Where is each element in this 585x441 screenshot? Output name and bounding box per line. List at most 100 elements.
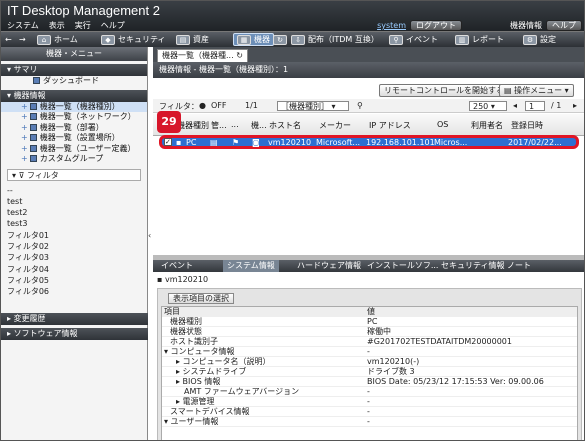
logout-button[interactable]: ログアウト [410, 20, 462, 31]
next-page-icon[interactable]: ▸ [573, 101, 577, 110]
page-size-select[interactable]: 250 ▾ [469, 101, 507, 111]
help-button[interactable]: ヘルプ [546, 20, 582, 31]
filter-item[interactable]: フィルタ05 [1, 275, 147, 286]
property-value: PC [367, 317, 378, 326]
filter-item[interactable]: test3 [1, 218, 147, 229]
sidebar-item-dashboard[interactable]: ダッシュボード [1, 76, 147, 87]
filter-item[interactable]: test2 [1, 207, 147, 218]
sidebar-item-list-user-defined[interactable]: + 機器一覧（ユーザー定義） [1, 144, 147, 155]
property-value: #G201702TESTDATAITDM20000001 [367, 337, 512, 346]
menu-run[interactable]: 実行 [75, 20, 91, 31]
col-date[interactable]: 登録日時 [511, 120, 543, 131]
tab-security-info[interactable]: セキュリティ情報 [437, 260, 509, 272]
col-device[interactable]: 機... [251, 120, 267, 131]
search-icon[interactable]: ⚲ [357, 101, 363, 110]
select-items-button[interactable]: 表示項目の選択 [168, 293, 234, 304]
property-row[interactable]: ▾ ユーザー情報 - [162, 417, 577, 427]
tab-events[interactable]: イベント [157, 260, 197, 272]
nav-home[interactable]: ⌂ ホーム [37, 33, 78, 46]
dashboard-icon [33, 77, 40, 84]
remote-control-button[interactable]: リモートコントロールを開始する [379, 84, 509, 97]
sidebar-section-software-info[interactable]: ▸ ソフトウェア情報 [1, 328, 148, 340]
nav-distribution[interactable]: ⇩ 配布（ITDM 互換） [291, 33, 379, 46]
sidebar-item-list-by-location[interactable]: + 機器一覧（設置場所） [1, 133, 147, 144]
col-os[interactable]: OS [437, 120, 448, 129]
nav-events[interactable]: ⚲ イベント [389, 33, 438, 46]
filter-icon: ⊽ [18, 170, 25, 180]
row-checkbox[interactable]: ✓ [164, 138, 172, 146]
col-management[interactable]: 管... [211, 120, 227, 131]
nav-devices[interactable]: ▦ 機器 [233, 33, 274, 46]
tab-device-list[interactable]: 機器一覧（機器種... ↻ [157, 49, 248, 62]
filter-item[interactable]: フィルタ04 [1, 264, 147, 275]
nav-assets[interactable]: ▤ 資産 [176, 33, 209, 46]
nav-reports[interactable]: ▥ レポート [455, 33, 504, 46]
col-ip[interactable]: IP アドレス [369, 120, 411, 131]
col-status[interactable]: ... [231, 120, 239, 129]
page-input[interactable]: 1 [525, 101, 545, 111]
tab-installed-software[interactable]: インストールソフ... [363, 260, 442, 272]
filter-item[interactable]: フィルタ01 [1, 230, 147, 241]
tab-system-info[interactable]: システム情報 [223, 260, 279, 272]
tab-device-list-label: 機器一覧（機器種... [162, 51, 234, 60]
tab-refresh-icon[interactable]: ↻ [236, 51, 243, 60]
menu-system[interactable]: システム [7, 20, 39, 31]
menu-help[interactable]: ヘルプ [101, 20, 125, 31]
user-defined-icon [29, 144, 37, 152]
filter-item[interactable]: フィルタ06 [1, 286, 147, 297]
nav-home-label: ホーム [54, 35, 78, 44]
property-row[interactable]: ▾ コンピュータ情報 - [162, 347, 577, 357]
back-button[interactable]: ← [5, 33, 12, 46]
cell-host: vm120210 [268, 138, 312, 147]
sidebar-item-list-by-type[interactable]: + 機器一覧（機器種別） [1, 101, 147, 112]
property-value: BIOS Date: 05/23/12 17:15:53 Ver: 09.00.… [367, 377, 544, 386]
filter-toggle-icon[interactable]: ● [199, 101, 206, 110]
change-history-label: 変更履歴 [13, 314, 46, 323]
expand-icon: + [21, 101, 28, 111]
forward-button[interactable]: → [19, 33, 26, 46]
cell-os: Micros... [434, 138, 468, 147]
filter-item[interactable]: -- [1, 185, 147, 196]
tab-notes[interactable]: ノート [503, 260, 535, 272]
filter-item[interactable]: test [1, 196, 147, 207]
nav-security[interactable]: ◆ セキュリティ [101, 33, 166, 46]
user-name[interactable]: system [377, 21, 406, 30]
prev-page-icon[interactable]: ◂ [513, 101, 517, 110]
sidebar-item-custom-group[interactable]: + カスタムグループ [1, 154, 147, 165]
filter-state[interactable]: OFF [211, 101, 227, 110]
property-row[interactable]: ▸ 電源管理 - [162, 397, 577, 407]
sidebar-item-list-by-dept[interactable]: + 機器一覧（部署） [1, 123, 147, 134]
sidebar-section-summary[interactable]: ▾ サマリ [1, 64, 147, 76]
sidebar-item-list-by-network[interactable]: + 機器一覧（ネットワーク） [1, 112, 147, 123]
col-type[interactable]: 機器種別 [177, 120, 209, 131]
main-panel: 機器一覧（機器種... ↻ 機器情報 - 機器一覧（機器種別）：1 リモートコン… [153, 47, 584, 440]
col-user[interactable]: 利用者名 [471, 120, 503, 131]
filter-item[interactable]: フィルタ03 [1, 252, 147, 263]
result-count: 1/1 [245, 101, 258, 110]
table-row[interactable]: ✓ ▪ PC ▤ ⚑ ◙ vm120210 Microsoft... 192.1… [159, 135, 579, 149]
property-key: 機器種別 [170, 317, 202, 326]
property-row[interactable]: ▸ BIOS 情報 BIOS Date: 05/23/12 17:15:53 Ve… [162, 377, 577, 387]
nav-settings[interactable]: ⚙ 設定 [523, 33, 556, 46]
filter-bar: フィルタ： ● OFF 1/1 ［機器種別］ ▾ ⚲ 250 ▾ ◂ 1 / 1… [153, 99, 584, 113]
property-row[interactable]: ▸ システムドライブ ドライブ数 3 [162, 367, 577, 377]
tab-hardware-info[interactable]: ハードウェア情報 [293, 260, 365, 272]
ops-menu-label: 操作メニュー [514, 86, 563, 95]
property-row[interactable]: ▸ コンピュータ名（説明） vm120210(-) [162, 357, 577, 367]
sidebar-section-device-info[interactable]: ▾ 機器情報 [1, 89, 147, 102]
device-type-select-value: ［機器種別］ [281, 102, 329, 111]
filter-header[interactable]: ▾ ⊽ フィルタ [7, 168, 141, 181]
filter-item[interactable]: フィルタ02 [1, 241, 147, 252]
refresh-button[interactable]: ↻ [273, 33, 287, 46]
property-key: AMT ファームウェアバージョン [184, 387, 300, 396]
col-maker[interactable]: メーカー [319, 120, 351, 131]
ops-menu-button[interactable]: ▤ 操作メニュー ▾ [499, 84, 574, 97]
col-hostname[interactable]: ホスト名 [269, 120, 301, 131]
step-callout-badge: 29 [157, 111, 181, 133]
device-type-select[interactable]: ［機器種別］ ▾ [277, 101, 349, 111]
list-by-location-label: 機器一覧（設置場所） [39, 133, 120, 142]
menu-view[interactable]: 表示 [49, 20, 65, 31]
forward-arrow-icon: → [19, 35, 26, 44]
sidebar-section-change-history[interactable]: ▸ 変更履歴 [1, 313, 148, 325]
list-by-network-label: 機器一覧（ネットワーク） [39, 112, 136, 121]
